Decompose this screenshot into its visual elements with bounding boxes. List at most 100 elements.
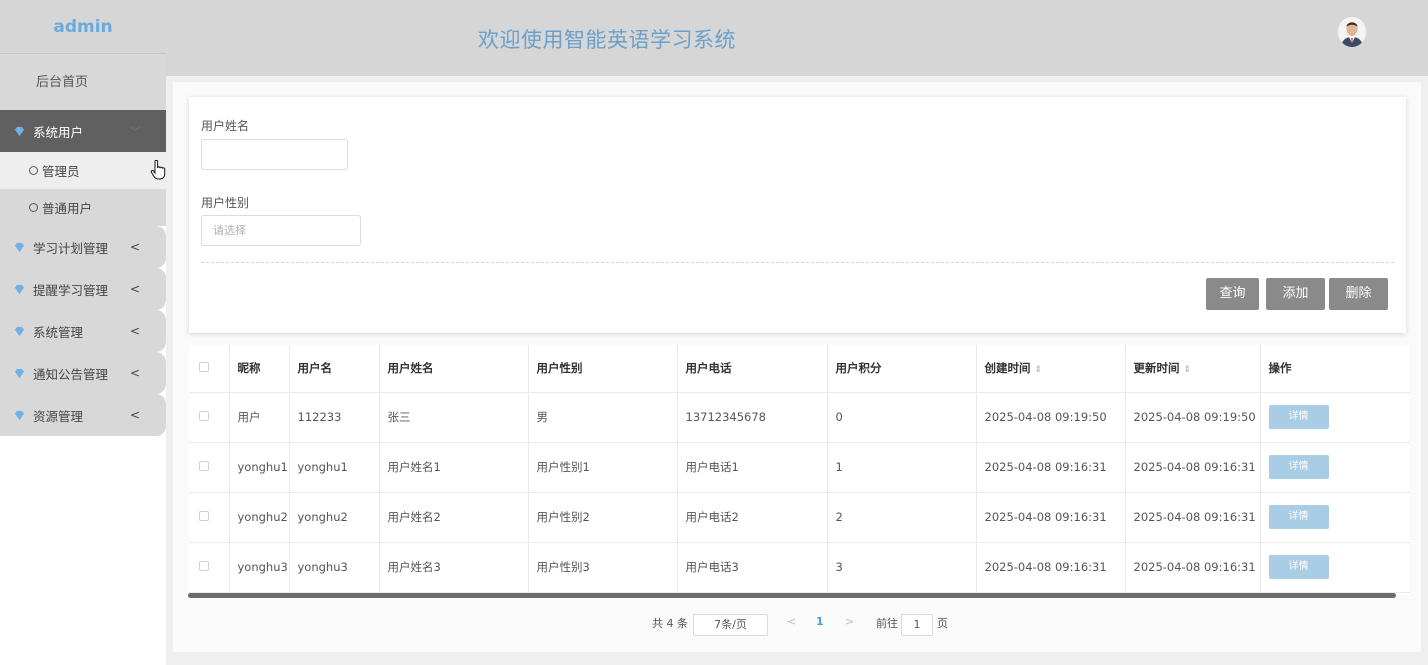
- sidebar-group-system-management[interactable]: 系统管理 <: [0, 310, 166, 352]
- cell-username: yonghu2: [289, 492, 380, 543]
- detail-button[interactable]: 详情: [1268, 505, 1329, 529]
- page-title: 欢迎使用智能英语学习系统: [478, 28, 736, 52]
- gem-icon: [14, 126, 25, 136]
- sidebar-item-label: 管理员: [42, 164, 80, 179]
- row-checkbox[interactable]: [199, 411, 209, 421]
- delete-button[interactable]: 删除: [1329, 278, 1388, 310]
- column-header: 用户名: [289, 345, 380, 393]
- sidebar-item-label: 普通用户: [42, 201, 93, 216]
- cell-updated: 2025-04-08 09:16:31: [1125, 542, 1261, 593]
- sidebar-group-study-plan[interactable]: 学习计划管理 <: [0, 226, 166, 268]
- column-header: 用户姓名: [379, 345, 529, 393]
- cell-phone: 用户电话3: [677, 542, 828, 593]
- cell-action: 详情: [1260, 442, 1410, 493]
- user-avatar[interactable]: [1338, 17, 1366, 47]
- cell-action: 详情: [1260, 392, 1410, 443]
- select-all-cell: [189, 345, 230, 393]
- page-unit-label: 页: [937, 617, 948, 630]
- column-header: 用户电话: [677, 345, 828, 393]
- horizontal-scrollbar[interactable]: [188, 593, 1396, 598]
- chevron-left-icon: <: [130, 240, 141, 254]
- cell-gender: 用户性别2: [528, 492, 678, 543]
- cell-nickname: yonghu3: [229, 542, 290, 593]
- cell-created: 2025-04-08 09:16:31: [976, 542, 1126, 593]
- pagination-total: 共 4 条: [652, 617, 688, 630]
- detail-button[interactable]: 详情: [1268, 455, 1329, 479]
- cell-name: 用户姓名2: [379, 492, 529, 543]
- chevron-left-icon: <: [130, 408, 141, 422]
- sidebar-item-admin[interactable]: 管理员: [0, 152, 166, 189]
- sidebar-group-label: 系统用户: [33, 124, 84, 140]
- cell-gender: 用户性别1: [528, 442, 678, 493]
- page-size-select[interactable]: 7条/页: [693, 614, 768, 636]
- gem-icon: [14, 242, 25, 252]
- cell-created: 2025-04-08 09:19:50: [976, 392, 1126, 443]
- select-all-checkbox[interactable]: [199, 362, 209, 373]
- row-checkbox[interactable]: [199, 561, 209, 571]
- row-checkbox[interactable]: [199, 511, 209, 521]
- column-header: 用户积分: [827, 345, 977, 393]
- cell-gender: 用户性别3: [528, 542, 678, 593]
- table-row: yonghu3 yonghu3 用户姓名3 用户性别3 用户电话3 3 2025…: [189, 542, 1410, 593]
- gender-field-label: 用户性别: [201, 196, 250, 210]
- column-header: 用户性别: [528, 345, 678, 393]
- column-header-label: 创建时间: [984, 361, 1031, 376]
- user-table: 昵称 用户名 用户姓名 用户性别 用户电话 用户积分 创建时间 ⇕ 更新时间 ⇕ 操…: [189, 345, 1410, 595]
- name-search-input[interactable]: [201, 139, 348, 170]
- table-header-row: 昵称 用户名 用户姓名 用户性别 用户电话 用户积分 创建时间 ⇕ 更新时间 ⇕ 操…: [189, 345, 1410, 393]
- sidebar-group-resources[interactable]: 资源管理 <: [0, 394, 166, 436]
- gem-icon: [14, 284, 25, 294]
- detail-button[interactable]: 详情: [1268, 555, 1329, 579]
- sidebar-group-study-reminder[interactable]: 提醒学习管理 <: [0, 268, 166, 310]
- cell-points: 2: [827, 492, 977, 543]
- page-number-current[interactable]: 1: [816, 615, 824, 628]
- cell-points: 0: [827, 392, 977, 443]
- cell-gender: 男: [528, 392, 678, 443]
- cell-points: 3: [827, 542, 977, 593]
- top-header: 欢迎使用智能英语学习系统: [166, 0, 1428, 76]
- cell-username: 112233: [289, 392, 380, 443]
- sidebar-item-home[interactable]: 后台首页: [0, 54, 166, 110]
- sidebar-group-notices[interactable]: 通知公告管理 <: [0, 352, 166, 394]
- cell-points: 1: [827, 442, 977, 493]
- column-header-created[interactable]: 创建时间 ⇕: [976, 345, 1126, 393]
- sidebar-group-label: 学习计划管理: [33, 240, 109, 256]
- cell-nickname: yonghu2: [229, 492, 290, 543]
- detail-button[interactable]: 详情: [1268, 405, 1329, 429]
- column-header-label: 更新时间: [1133, 361, 1180, 376]
- sort-icon[interactable]: ⇕: [1184, 365, 1192, 375]
- sidebar: admin 后台首页 系统用户 ﹀ 管理员 普通用户 学习计划管理 < 提醒学习…: [0, 0, 166, 665]
- row-checkbox[interactable]: [199, 461, 209, 471]
- cell-name: 用户姓名1: [379, 442, 529, 493]
- sidebar-group-system-users[interactable]: 系统用户 ﹀: [0, 110, 166, 152]
- sidebar-group-label: 资源管理: [33, 408, 84, 424]
- cell-nickname: yonghu1: [229, 442, 290, 493]
- sort-icon[interactable]: ⇕: [1035, 365, 1043, 375]
- brand-logo: admin: [0, 0, 166, 54]
- sidebar-group-label: 通知公告管理: [33, 366, 109, 382]
- row-select-cell: [189, 392, 230, 443]
- cell-action: 详情: [1260, 492, 1410, 543]
- cell-updated: 2025-04-08 09:19:50: [1125, 392, 1261, 443]
- sidebar-item-regular-users[interactable]: 普通用户: [0, 189, 166, 226]
- chevron-left-icon: <: [130, 282, 141, 296]
- column-header: 操作: [1260, 345, 1410, 393]
- divider: [201, 262, 1394, 263]
- column-header-updated[interactable]: 更新时间 ⇕: [1125, 345, 1261, 393]
- prev-page-button[interactable]: <: [787, 615, 796, 628]
- query-button[interactable]: 查询: [1206, 278, 1259, 310]
- cell-username: yonghu3: [289, 542, 380, 593]
- row-select-cell: [189, 542, 230, 593]
- cell-name: 用户姓名3: [379, 542, 529, 593]
- row-select-cell: [189, 442, 230, 493]
- circle-check-icon: [29, 166, 38, 175]
- cell-phone: 用户电话2: [677, 492, 828, 543]
- add-button[interactable]: 添加: [1266, 278, 1325, 310]
- cell-created: 2025-04-08 09:16:31: [976, 442, 1126, 493]
- circle-check-icon: [29, 203, 38, 212]
- next-page-button[interactable]: >: [845, 615, 854, 628]
- table-row: yonghu1 yonghu1 用户姓名1 用户性别1 用户电话1 1 2025…: [189, 442, 1410, 493]
- gender-select[interactable]: 请选择: [201, 215, 361, 246]
- cell-name: 张三: [379, 392, 529, 443]
- goto-page-input[interactable]: 1: [901, 614, 933, 636]
